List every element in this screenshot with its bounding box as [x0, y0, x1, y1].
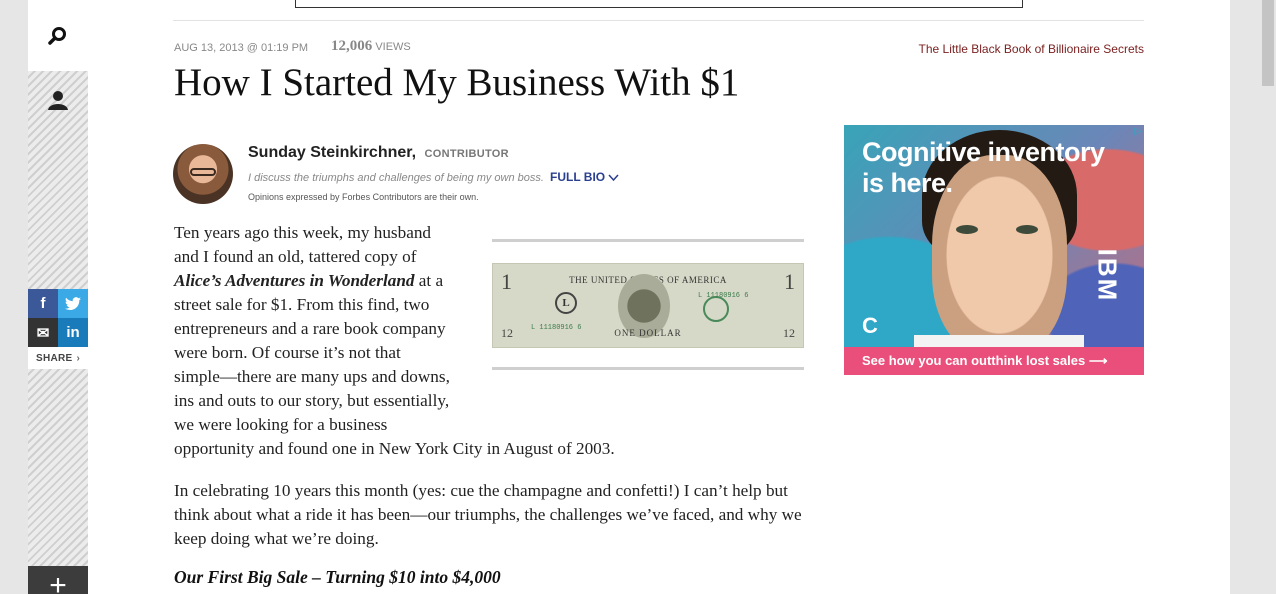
adchoices-icon[interactable]: ▷	[1134, 126, 1142, 137]
bill-footer: ONE DOLLAR	[614, 328, 682, 338]
article-paragraph-1: THE UNITED STATES OF AMERICA 1 1 12 12 L…	[174, 221, 804, 461]
bill-denomination-tl: 1	[501, 269, 512, 294]
ibm-advertisement[interactable]: Cognitive inventory is here. IBM C ▷ See…	[844, 125, 1144, 375]
dollar-bill-image[interactable]: THE UNITED STATES OF AMERICA 1 1 12 12 L…	[492, 263, 804, 348]
bill-serial-top: L 11180916 6	[698, 292, 749, 300]
linkedin-share-button[interactable]: in	[58, 318, 88, 347]
share-panel: f ✉ in SHARE ›	[28, 289, 88, 369]
bill-denomination-tr: 1	[784, 269, 795, 294]
ad-model-eye-right	[1016, 225, 1038, 234]
book-title: Alice’s Adventures in Wonderland	[174, 271, 415, 290]
left-gutter	[0, 0, 28, 594]
ad-headline-line-1: Cognitive inventory	[862, 137, 1105, 167]
chevron-down-icon	[608, 174, 620, 181]
full-bio-label: FULL BIO	[550, 170, 606, 184]
view-count: 12,006 VIEWS	[331, 38, 411, 55]
twitter-icon	[65, 296, 81, 310]
share-toggle[interactable]: SHARE ›	[28, 347, 88, 369]
author-byline: Sunday Steinkirchner, CONTRIBUTOR	[248, 144, 509, 162]
search-icon	[48, 26, 66, 45]
author-role: CONTRIBUTOR	[424, 148, 509, 160]
full-bio-link[interactable]: FULL BIO	[550, 170, 620, 184]
left-sidebar: f ✉ in SHARE › +	[28, 0, 88, 594]
plus-button[interactable]: +	[28, 566, 88, 594]
linkedin-icon: in	[66, 324, 80, 341]
user-button[interactable]	[28, 71, 88, 129]
refresh-icon: C	[862, 313, 878, 338]
author-description: I discuss the triumphs and challenges of…	[248, 170, 620, 184]
figure-top-rule	[492, 239, 804, 242]
figure-bottom-rule	[492, 367, 804, 370]
email-share-button[interactable]: ✉	[28, 318, 58, 347]
ad-headline-line-2: is here.	[862, 168, 953, 198]
ad-model-eye-left	[956, 225, 978, 234]
contributor-disclaimer: Opinions expressed by Forbes Contributor…	[248, 192, 479, 202]
chevron-right-icon: ›	[76, 352, 81, 364]
share-label: SHARE	[36, 352, 73, 364]
scrollbar-track[interactable]	[1258, 0, 1276, 594]
ad-headline: Cognitive inventory is here.	[862, 137, 1105, 199]
article-page: AUG 13, 2013 @ 01:19 PM 12,006 VIEWS The…	[88, 0, 1230, 594]
publish-date: AUG 13, 2013 @ 01:19 PM	[174, 42, 309, 54]
bill-district-letter: L	[562, 297, 570, 309]
facebook-share-button[interactable]: f	[28, 289, 58, 318]
author-tagline: I discuss the triumphs and challenges of…	[248, 172, 544, 184]
author-name-link[interactable]: Sunday Steinkirchner,	[248, 144, 416, 161]
article-title: How I Started My Business With $1	[174, 61, 740, 104]
twitter-share-button[interactable]	[58, 289, 88, 318]
ad-cta-button[interactable]: See how you can outthink lost sales ⟶	[844, 347, 1144, 375]
avatar-glasses	[190, 168, 216, 176]
ibm-logo: IBM	[1092, 248, 1123, 303]
article-paragraph-2: In celebrating 10 years this month (yes:…	[174, 481, 802, 548]
related-link[interactable]: The Little Black Book of Billionaire Sec…	[919, 42, 1144, 56]
view-count-label: VIEWS	[375, 41, 411, 53]
plus-icon: +	[49, 569, 67, 594]
email-icon: ✉	[36, 324, 50, 342]
top-ad-frame	[295, 0, 1023, 8]
user-icon	[48, 91, 68, 110]
paragraph-1-intro: Ten years ago this week, my husband and …	[174, 223, 432, 266]
facebook-icon: f	[40, 295, 46, 312]
search-button[interactable]	[28, 0, 88, 71]
view-count-number: 12,006	[331, 38, 373, 54]
section-heading: Our First Big Sale – Turning $10 into $4…	[174, 567, 501, 587]
bill-district-seal: L	[555, 292, 577, 314]
author-avatar[interactable]	[173, 144, 233, 204]
top-divider	[173, 20, 1144, 21]
scrollbar-thumb[interactable]	[1262, 0, 1274, 86]
dollar-bill-figure: THE UNITED STATES OF AMERICA 1 1 12 12 L…	[492, 221, 804, 419]
